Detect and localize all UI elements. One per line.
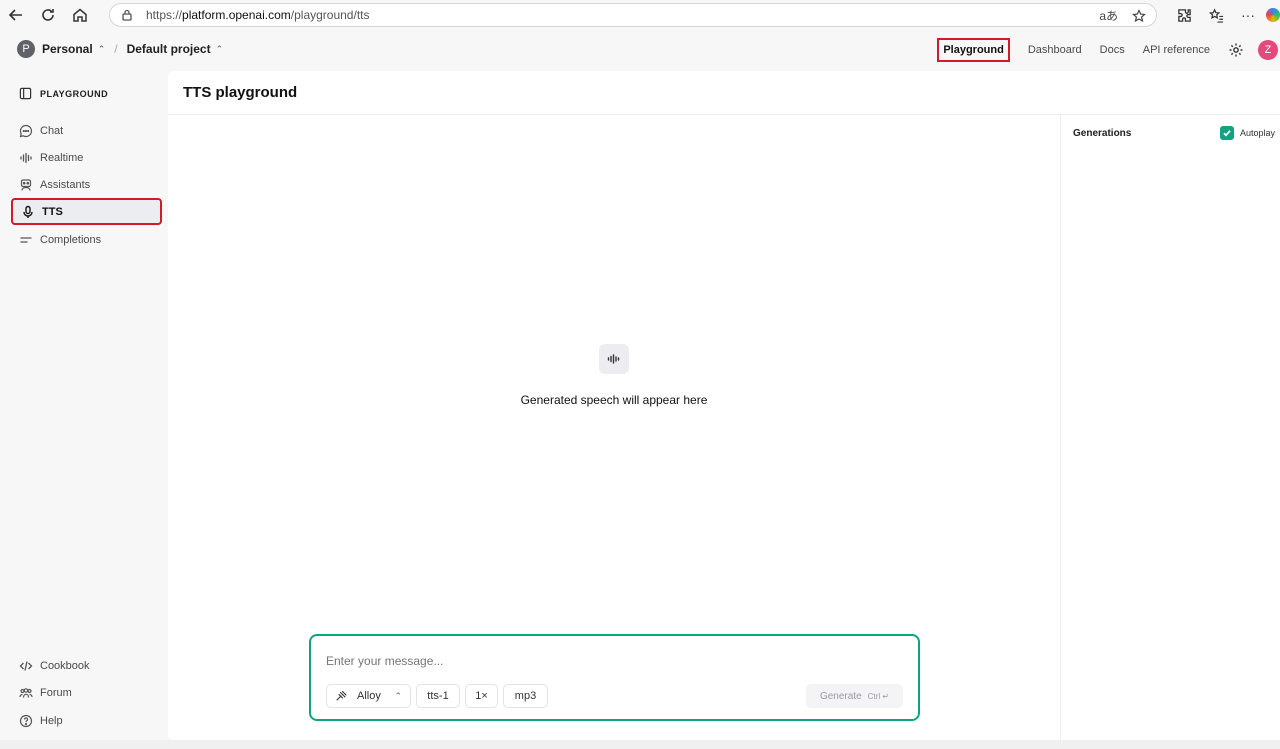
format-value: mp3 bbox=[514, 690, 537, 702]
lines-icon bbox=[20, 236, 32, 243]
robot-icon bbox=[20, 178, 32, 191]
page-title: TTS playground bbox=[183, 84, 298, 101]
project-name[interactable]: Default project bbox=[127, 42, 211, 56]
browser-toolbar: https://platform.openai.com/playground/t… bbox=[0, 0, 1280, 30]
star-icon[interactable] bbox=[1132, 8, 1146, 23]
sidebar-item-label: Forum bbox=[40, 686, 72, 699]
generate-label: Generate bbox=[819, 690, 862, 702]
chevron-updown-icon: ⌃ bbox=[215, 43, 224, 54]
autoplay-label: Autoplay bbox=[1240, 128, 1276, 138]
model-value: tts-1 bbox=[427, 690, 449, 702]
voice-wave-icon bbox=[336, 690, 347, 701]
sidebar-item-chat[interactable]: Chat bbox=[11, 117, 162, 144]
help-circle-icon bbox=[19, 714, 33, 727]
lock-icon bbox=[122, 9, 132, 21]
chat-bubble-icon bbox=[19, 124, 33, 137]
sidebar-item-label: Help bbox=[40, 714, 63, 727]
chevron-updown-icon: ⌃ bbox=[97, 43, 106, 54]
sidebar-item-completions[interactable]: Completions bbox=[11, 226, 162, 253]
divider bbox=[1060, 115, 1061, 740]
back-icon[interactable] bbox=[0, 0, 32, 30]
empty-state-text: Generated speech will appear here bbox=[520, 393, 708, 407]
org-avatar: P bbox=[17, 40, 35, 58]
sidebar-item-label: Assistants bbox=[40, 178, 91, 191]
more-icon[interactable]: ··· bbox=[1232, 0, 1264, 30]
message-input[interactable] bbox=[326, 654, 886, 668]
sidebar-toggle-icon[interactable] bbox=[19, 87, 32, 100]
favorites-icon[interactable] bbox=[1200, 0, 1232, 30]
sidebar-item-label: Realtime bbox=[40, 151, 84, 164]
speed-select[interactable]: 1× bbox=[465, 684, 498, 708]
extensions-icon[interactable] bbox=[1168, 0, 1200, 30]
people-icon bbox=[19, 687, 33, 698]
sidebar-item-label: Chat bbox=[40, 124, 64, 137]
translate-icon[interactable]: aあ bbox=[1099, 7, 1118, 24]
breadcrumb-separator: / bbox=[114, 42, 118, 56]
sidebar-item-tts[interactable]: TTS bbox=[11, 198, 162, 225]
window-bottom-edge bbox=[0, 740, 1280, 749]
sidebar-item-label: Cookbook bbox=[40, 659, 90, 672]
refresh-icon[interactable] bbox=[32, 0, 64, 30]
nav-playground[interactable]: Playground bbox=[937, 38, 1010, 62]
divider bbox=[168, 114, 1280, 115]
org-name: Personal bbox=[42, 42, 93, 56]
audio-wave-icon bbox=[599, 344, 629, 374]
nav-api-reference[interactable]: API reference bbox=[1143, 44, 1210, 56]
format-select[interactable]: mp3 bbox=[503, 684, 548, 708]
top-nav: Playground Dashboard Docs API reference … bbox=[937, 30, 1280, 70]
nav-dashboard[interactable]: Dashboard bbox=[1028, 44, 1082, 56]
sidebar-title: PLAYGROUND bbox=[19, 87, 108, 100]
main-panel: TTS playground Generations Autoplay Gene… bbox=[168, 71, 1280, 740]
empty-state: Generated speech will appear here bbox=[483, 344, 745, 407]
message-composer: Alloy ⌃ tts-1 1× mp3 Generate Ctrl ↵ bbox=[309, 634, 920, 721]
generate-button[interactable]: Generate Ctrl ↵ bbox=[806, 684, 903, 708]
chevron-updown-icon: ⌃ bbox=[394, 690, 402, 701]
sidebar-item-assistants[interactable]: Assistants bbox=[11, 171, 162, 198]
sidebar-item-realtime[interactable]: Realtime bbox=[11, 144, 162, 171]
home-icon[interactable] bbox=[64, 0, 96, 30]
org-switcher[interactable]: P Personal ⌃ / Default project ⌃ bbox=[17, 40, 223, 58]
nav-docs[interactable]: Docs bbox=[1100, 44, 1125, 56]
audio-wave-icon bbox=[20, 152, 32, 163]
avatar[interactable]: Z bbox=[1258, 40, 1278, 60]
voice-select[interactable]: Alloy ⌃ bbox=[326, 684, 411, 708]
sidebar-item-label: TTS bbox=[42, 205, 63, 218]
sidebar-item-cookbook[interactable]: Cookbook bbox=[11, 652, 162, 679]
shortcut-hint: Ctrl ↵ bbox=[867, 691, 890, 701]
sidebar-item-forum[interactable]: Forum bbox=[11, 679, 162, 706]
sidebar-item-label: Completions bbox=[40, 233, 102, 246]
autoplay-toggle[interactable]: Autoplay bbox=[1220, 126, 1275, 140]
model-select[interactable]: tts-1 bbox=[416, 684, 460, 708]
app-header: P Personal ⌃ / Default project ⌃ Playgro… bbox=[0, 30, 1280, 70]
speed-value: 1× bbox=[475, 690, 488, 702]
gear-icon[interactable] bbox=[1228, 42, 1244, 58]
sidebar: PLAYGROUND Chat Realtime Assistants TTS … bbox=[0, 70, 168, 749]
microphone-icon bbox=[23, 205, 33, 218]
autoplay-checkbox[interactable] bbox=[1220, 126, 1234, 140]
url-text: https://platform.openai.com/playground/t… bbox=[146, 8, 370, 22]
sidebar-item-help[interactable]: Help bbox=[11, 707, 162, 734]
generations-heading: Generations bbox=[1073, 128, 1132, 139]
copilot-icon[interactable] bbox=[1266, 8, 1280, 22]
address-bar[interactable]: https://platform.openai.com/playground/t… bbox=[109, 3, 1157, 27]
code-icon bbox=[19, 660, 33, 671]
voice-value: Alloy bbox=[357, 690, 381, 702]
checkmark-icon bbox=[1223, 130, 1231, 137]
